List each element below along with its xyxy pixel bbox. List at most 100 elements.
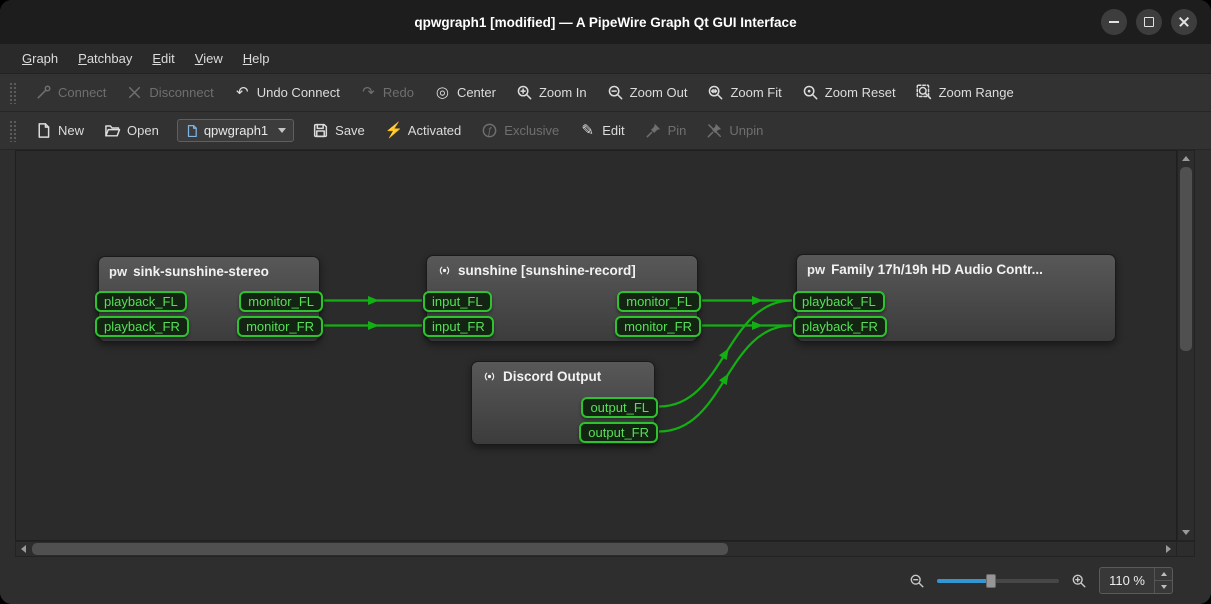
port-playback-fr[interactable]: playback_FR [793, 316, 887, 337]
minimize-button[interactable] [1101, 9, 1127, 35]
vertical-scroll-track[interactable] [1178, 166, 1194, 525]
arrow-left-icon [21, 545, 26, 553]
port-monitor-fl[interactable]: monitor_FL [617, 291, 701, 312]
open-folder-icon [104, 122, 121, 139]
port-output-fl[interactable]: output_FL [581, 397, 658, 418]
arrow-up-icon [1161, 572, 1167, 576]
exclusive-icon: ƒ [481, 122, 498, 139]
node-title: pw Family 17h/19h HD Audio Contr... [797, 255, 1115, 277]
wire-arrow [752, 321, 763, 330]
disconnect-button[interactable]: Disconnect [117, 79, 222, 106]
redo-button[interactable]: ↷ Redo [351, 79, 423, 106]
node-family-hd-audio[interactable]: pw Family 17h/19h HD Audio Contr... play… [796, 254, 1116, 342]
new-file-icon [35, 122, 52, 139]
port-monitor-fr[interactable]: monitor_FR [615, 316, 701, 337]
menu-patchbay[interactable]: Patchbay [68, 47, 142, 70]
zoom-fit-icon [707, 84, 724, 101]
node-title: sunshine [sunshine-record] [427, 256, 697, 278]
zoom-spin-up-button[interactable] [1155, 568, 1172, 580]
menu-view[interactable]: View [185, 47, 233, 70]
port-input-fl[interactable]: input_FL [423, 291, 492, 312]
center-button[interactable]: ◎ Center [425, 79, 505, 106]
scroll-left-button[interactable] [16, 542, 31, 556]
port-monitor-fl[interactable]: monitor_FL [239, 291, 323, 312]
zoom-fit-button[interactable]: Zoom Fit [698, 79, 790, 106]
status-zoom-in-button[interactable] [1071, 573, 1087, 589]
port-playback-fl[interactable]: playback_FL [793, 291, 885, 312]
unpin-button[interactable]: Unpin [697, 117, 772, 144]
toolbar-handle[interactable] [9, 120, 17, 142]
activated-button[interactable]: ⚡ Activated [376, 117, 470, 144]
undo-icon: ↶ [234, 84, 251, 101]
pipewire-icon: pw [807, 262, 825, 277]
menu-help[interactable]: Help [233, 47, 280, 70]
save-button[interactable]: Save [303, 117, 374, 144]
menubar: Graph Patchbay Edit View Help [0, 44, 1211, 74]
minimize-icon [1109, 21, 1119, 23]
node-sink-sunshine-stereo[interactable]: pw sink-sunshine-stereo playback_FL play… [98, 256, 320, 342]
disconnect-icon [126, 84, 143, 101]
statusbar: 110 % [0, 557, 1211, 604]
zoom-spinbox[interactable]: 110 % [1099, 567, 1173, 594]
port-monitor-fr[interactable]: monitor_FR [237, 316, 323, 337]
close-button[interactable] [1171, 9, 1197, 35]
edit-icon: ✎ [579, 122, 596, 139]
zoom-spin-down-button[interactable] [1155, 580, 1172, 593]
port-playback-fl[interactable]: playback_FL [95, 291, 187, 312]
wire-arrow [719, 371, 733, 385]
new-button[interactable]: New [26, 117, 93, 144]
port-output-fr[interactable]: output_FR [579, 422, 658, 443]
patchbay-profile-combobox[interactable]: qpwgraph1 [177, 119, 294, 142]
vertical-scroll-thumb[interactable] [1180, 167, 1192, 351]
pipewire-icon: pw [109, 264, 127, 279]
horizontal-scroll-track[interactable] [31, 542, 1161, 556]
zoom-slider[interactable] [937, 573, 1059, 589]
scroll-right-button[interactable] [1161, 542, 1176, 556]
connection-wires [16, 151, 1176, 540]
zoom-in-button[interactable]: Zoom In [507, 79, 596, 106]
zoom-out-icon [607, 84, 624, 101]
menu-graph[interactable]: Graph [12, 47, 68, 70]
scroll-up-button[interactable] [1178, 151, 1194, 166]
toolbar-handle[interactable] [9, 82, 17, 104]
node-sunshine-record[interactable]: sunshine [sunshine-record] input_FL inpu… [426, 255, 698, 342]
connect-button[interactable]: Connect [26, 79, 115, 106]
status-zoom-out-button[interactable] [909, 573, 925, 589]
titlebar[interactable]: qpwgraph1 [modified] — A PipeWire Graph … [0, 0, 1211, 44]
port-playback-fr[interactable]: playback_FR [95, 316, 189, 337]
zoom-in-icon [1071, 573, 1087, 589]
horizontal-scrollbar-row [15, 541, 1195, 557]
edit-button[interactable]: ✎ Edit [570, 117, 633, 144]
unpin-icon [706, 122, 723, 139]
zoom-range-icon [916, 84, 933, 101]
zoom-out-button[interactable]: Zoom Out [598, 79, 697, 106]
open-button[interactable]: Open [95, 117, 168, 144]
graph-canvas[interactable]: pw sink-sunshine-stereo playback_FL play… [15, 150, 1177, 541]
zoom-range-button[interactable]: Zoom Range [907, 79, 1023, 106]
zoom-reset-button[interactable]: Zoom Reset [793, 79, 905, 106]
scroll-down-button[interactable] [1178, 525, 1194, 540]
node-discord-output[interactable]: Discord Output output_FL output_FR [471, 361, 655, 445]
arrow-up-icon [1182, 156, 1190, 161]
pin-icon [645, 122, 662, 139]
undo-connect-button[interactable]: ↶ Undo Connect [225, 79, 349, 106]
pin-button[interactable]: Pin [636, 117, 696, 144]
zoom-slider-handle[interactable] [986, 574, 996, 588]
horizontal-scroll-thumb[interactable] [32, 543, 728, 555]
vertical-scrollbar[interactable] [1177, 150, 1195, 541]
patchbay-file-icon [185, 124, 199, 138]
port-input-fr[interactable]: input_FR [423, 316, 494, 337]
maximize-button[interactable] [1136, 9, 1162, 35]
zoom-value[interactable]: 110 % [1100, 568, 1154, 593]
wire-arrow [752, 296, 763, 305]
close-icon [1178, 16, 1190, 28]
node-title: Discord Output [472, 362, 654, 384]
menu-edit[interactable]: Edit [142, 47, 184, 70]
window-title: qpwgraph1 [modified] — A PipeWire Graph … [0, 15, 1211, 30]
exclusive-button[interactable]: ƒ Exclusive [472, 117, 568, 144]
stream-icon [437, 263, 452, 278]
connect-icon [35, 84, 52, 101]
horizontal-scrollbar[interactable] [15, 541, 1177, 557]
wire-arrow [368, 321, 379, 330]
svg-text:ƒ: ƒ [487, 126, 493, 137]
